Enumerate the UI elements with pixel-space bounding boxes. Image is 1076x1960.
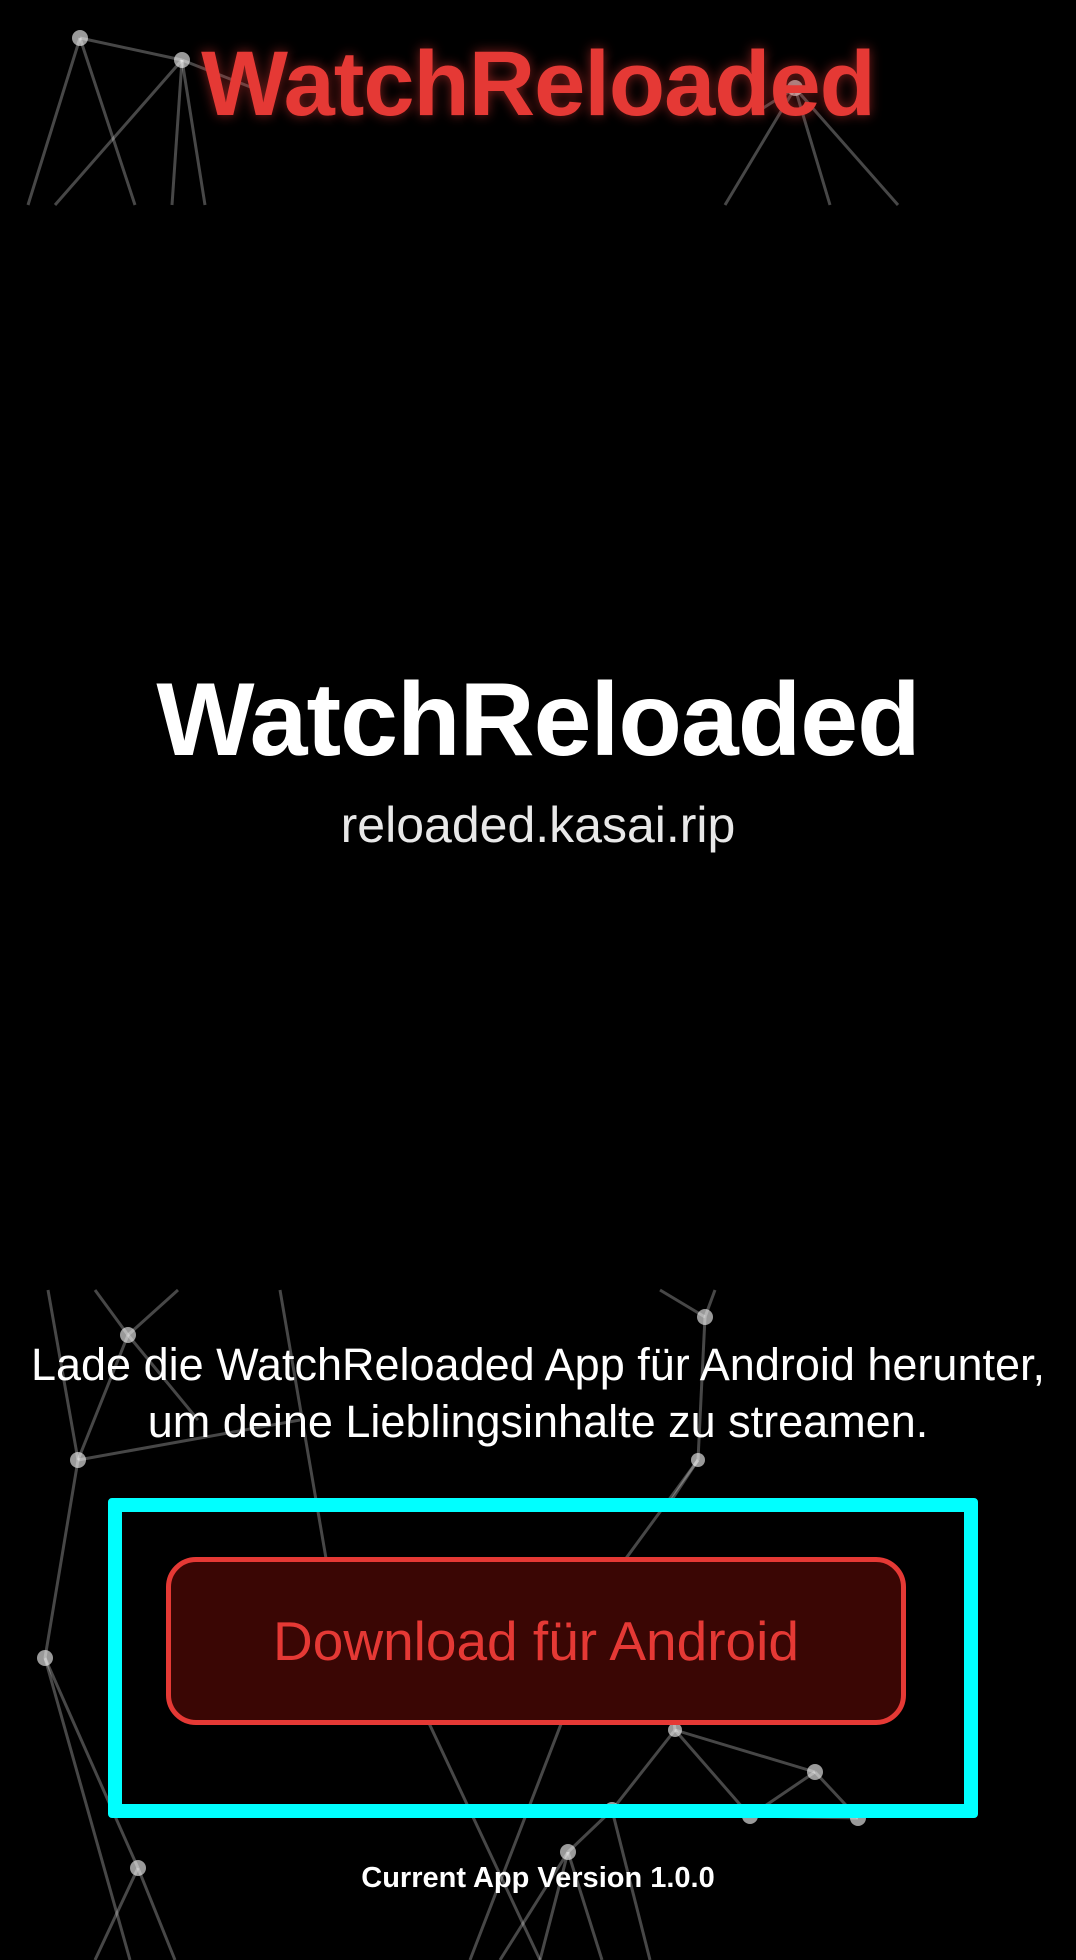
hero-title: WatchReloaded bbox=[156, 662, 920, 778]
hero-domain: reloaded.kasai.rip bbox=[340, 797, 736, 853]
page: WatchReloaded WatchReloaded reloaded.kas… bbox=[0, 0, 1076, 1960]
header: WatchReloaded bbox=[0, 0, 1076, 210]
description: Lade die WatchReloaded App für Android h… bbox=[0, 1336, 1076, 1450]
description-line-1: Lade die WatchReloaded App für Android h… bbox=[30, 1339, 1046, 1390]
download-android-button[interactable]: Download für Android bbox=[166, 1557, 906, 1725]
hero: WatchReloaded reloaded.kasai.rip bbox=[0, 668, 1076, 850]
header-title: WatchReloaded bbox=[201, 33, 876, 135]
app-version: Current App Version 1.0.0 bbox=[361, 1862, 715, 1894]
description-line-2: um deine Lieblingsinhalte zu streamen. bbox=[147, 1396, 929, 1447]
